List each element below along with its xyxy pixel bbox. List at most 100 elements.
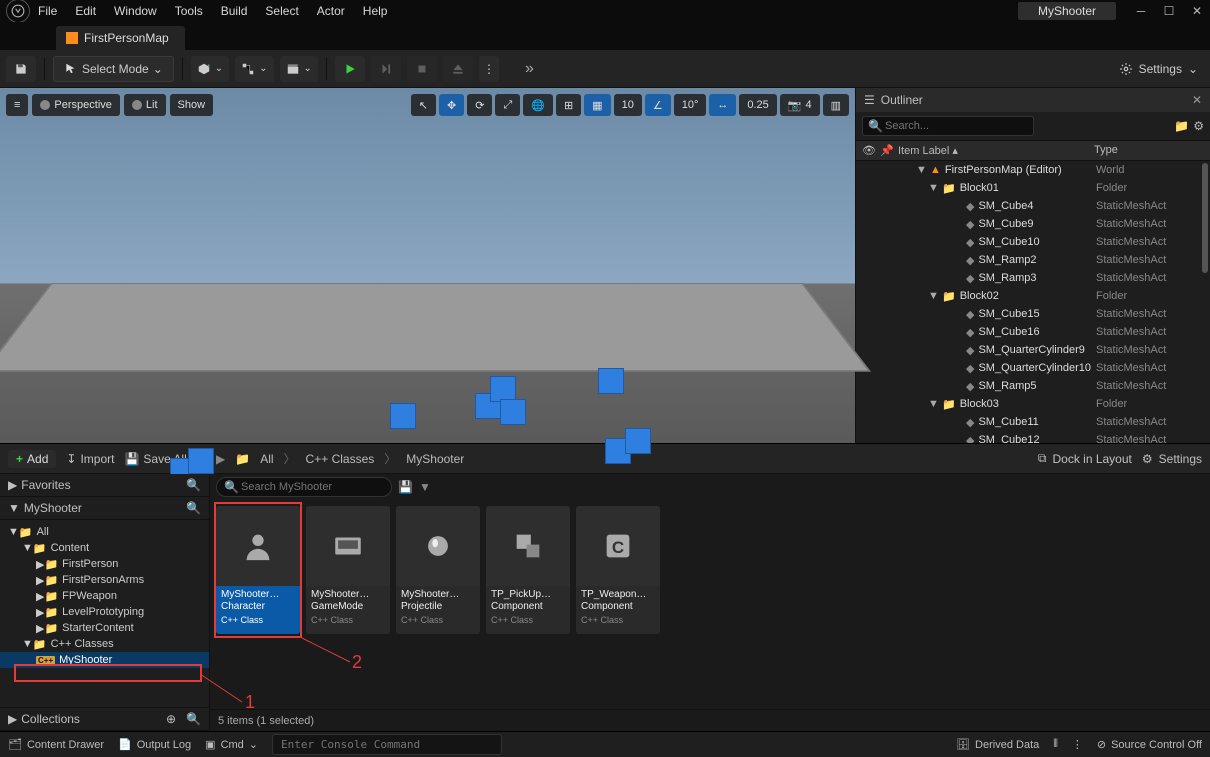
outliner-row[interactable]: ▼📁Block01Folder (856, 179, 1210, 197)
cb-tree-item[interactable]: ▶📁FirstPerson (0, 556, 209, 572)
breadcrumb-item[interactable]: All (260, 452, 273, 466)
grid-snap-button[interactable]: ▦ (584, 94, 610, 116)
favorites-section[interactable]: ▶Favorites🔍 (0, 474, 209, 497)
outliner-row[interactable]: ◆SM_Cube15StaticMeshAct (856, 305, 1210, 323)
outliner-row[interactable]: ◆SM_Cube9StaticMeshAct (856, 215, 1210, 233)
scale-tool-button[interactable]: ⤢ (495, 94, 520, 116)
select-tool-button[interactable]: ↖ (411, 94, 436, 116)
expand-chevron-icon[interactable]: » (525, 60, 534, 78)
console-input[interactable] (272, 734, 502, 755)
viewport-perspective-button[interactable]: Perspective (32, 94, 119, 116)
outliner-row[interactable]: ◆SM_QuarterCylinder9StaticMeshAct (856, 341, 1210, 359)
save-button[interactable] (6, 56, 36, 82)
outliner-tree[interactable]: ▼▲FirstPersonMap (Editor)World▼📁Block01F… (856, 161, 1210, 443)
cb-search-input[interactable] (216, 477, 392, 497)
outliner-row[interactable]: ◆SM_Ramp3StaticMeshAct (856, 269, 1210, 287)
cb-tree-item[interactable]: ▶📁FirstPersonArms (0, 572, 209, 588)
camera-speed-button[interactable]: 📷 4 (780, 94, 820, 116)
menu-help[interactable]: Help (363, 4, 388, 18)
search-icon[interactable]: 🔍 (186, 478, 201, 492)
level-tab[interactable]: FirstPersonMap (56, 26, 185, 50)
cb-tree-item[interactable]: ▼📁Content (0, 540, 209, 556)
search-icon[interactable]: 🔍 (186, 501, 201, 515)
level-viewport[interactable]: ≡ Perspective Lit Show ↖ ✥ ⟳ ⤢ 🌐 ⊞ ▦ 10 … (0, 88, 855, 443)
asset-tile[interactable]: CTP_Weapon…ComponentC++ Class (576, 506, 660, 634)
breadcrumb-item[interactable]: C++ Classes (306, 452, 375, 466)
grid-snap-value[interactable]: 10 (614, 94, 642, 116)
close-icon[interactable]: ✕ (1190, 4, 1204, 18)
menu-actor[interactable]: Actor (317, 4, 345, 18)
play-options-button[interactable]: ⋮ (479, 56, 499, 82)
add-icon[interactable]: ⊕ (166, 712, 176, 726)
cb-tree-item[interactable]: ▼📁All (0, 524, 209, 540)
world-local-button[interactable]: 🌐 (523, 94, 553, 116)
item-label-column[interactable]: Item Label ▴ (898, 144, 1094, 157)
cb-source-tree[interactable]: ▼📁All▼📁Content▶📁FirstPerson▶📁FirstPerson… (0, 520, 209, 707)
outliner-row[interactable]: ▼📁Block02Folder (856, 287, 1210, 305)
cb-asset-grid[interactable]: MyShooter…CharacterC++ ClassMyShooter…Ga… (210, 500, 1210, 709)
cb-tree-item[interactable]: ▶📁FPWeapon (0, 588, 209, 604)
surface-snap-button[interactable]: ⊞ (556, 94, 581, 116)
asset-tile[interactable]: MyShooter…GameModeC++ Class (306, 506, 390, 634)
menu-window[interactable]: Window (114, 4, 157, 18)
more-icon[interactable]: ⋮ (1072, 738, 1083, 751)
cb-add-button[interactable]: +Add (8, 450, 56, 468)
menu-build[interactable]: Build (221, 4, 248, 18)
viewport-layout-button[interactable]: ▥ (823, 94, 849, 116)
asset-tile[interactable]: MyShooter…CharacterC++ Class (216, 506, 300, 634)
save-filter-icon[interactable]: 💾 (398, 480, 413, 494)
type-column[interactable]: Type (1094, 144, 1204, 157)
viewport-lit-button[interactable]: Lit (124, 94, 166, 116)
outliner-row[interactable]: ▼▲FirstPersonMap (Editor)World (856, 161, 1210, 179)
cb-dock-button[interactable]: ⧉Dock in Layout (1038, 451, 1132, 466)
outliner-row[interactable]: ◆SM_Cube12StaticMeshAct (856, 431, 1210, 443)
toolbar-settings-button[interactable]: Settings ⌄ (1119, 62, 1204, 76)
scale-snap-value[interactable]: 0.25 (739, 94, 776, 116)
cb-tree-item[interactable]: ▼📁C++ Classes (0, 636, 209, 652)
cb-tree-item[interactable]: ▶📁LevelPrototyping (0, 604, 209, 620)
cb-import-button[interactable]: ↧Import (66, 452, 114, 466)
outliner-row[interactable]: ◆SM_Cube16StaticMeshAct (856, 323, 1210, 341)
viewport-show-button[interactable]: Show (170, 94, 214, 116)
filter-icon[interactable]: ▼ (419, 480, 431, 494)
cb-tree-item[interactable]: C++MyShooter (0, 652, 209, 668)
outliner-row[interactable]: ◆SM_Ramp5StaticMeshAct (856, 377, 1210, 395)
visibility-column-icon[interactable]: 👁 (862, 144, 880, 157)
outliner-tab[interactable]: ☰ Outliner ✕ (856, 88, 1210, 112)
project-name-button[interactable]: MyShooter (1018, 2, 1116, 20)
menu-edit[interactable]: Edit (75, 4, 96, 18)
outliner-row[interactable]: ◆SM_QuarterCylinder10StaticMeshAct (856, 359, 1210, 377)
outliner-row[interactable]: ◆SM_Cube11StaticMeshAct (856, 413, 1210, 431)
viewport-menu-button[interactable]: ≡ (6, 94, 28, 116)
scrollbar[interactable] (1202, 163, 1208, 273)
outliner-row[interactable]: ◆SM_Cube10StaticMeshAct (856, 233, 1210, 251)
cb-settings-button[interactable]: ⚙Settings (1142, 452, 1202, 466)
collections-section[interactable]: ▶Collections⊕🔍 (0, 707, 209, 731)
mode-select-button[interactable]: Select Mode ⌄ (53, 56, 174, 82)
search-icon[interactable]: 🔍 (186, 712, 201, 726)
folder-icon[interactable]: 📁 (235, 452, 250, 466)
output-log-button[interactable]: 📄Output Log (118, 738, 191, 751)
angle-snap-button[interactable]: ∠ (645, 94, 671, 116)
translate-tool-button[interactable]: ✥ (439, 94, 464, 116)
pin-column-icon[interactable]: 📌 (880, 144, 898, 157)
history-fwd-icon[interactable]: ▶ (216, 452, 225, 466)
asset-tile[interactable]: TP_PickUp…ComponentC++ Class (486, 506, 570, 634)
blueprint-button[interactable]: ⌄ (235, 56, 273, 82)
cb-tree-item[interactable]: ▶📁StarterContent (0, 620, 209, 636)
cinematic-button[interactable]: ⌄ (280, 56, 318, 82)
rotate-tool-button[interactable]: ⟳ (467, 94, 492, 116)
maximize-icon[interactable]: ☐ (1162, 4, 1176, 18)
outliner-row[interactable]: ▼📁Block03Folder (856, 395, 1210, 413)
source-control-button[interactable]: ⊘Source Control Off (1097, 738, 1202, 751)
derived-data-button[interactable]: 🗄Derived Data (956, 738, 1039, 751)
scale-snap-button[interactable]: ↔ (709, 94, 736, 116)
menu-tools[interactable]: Tools (175, 4, 203, 18)
asset-tile[interactable]: MyShooter…ProjectileC++ Class (396, 506, 480, 634)
stop-button[interactable] (407, 56, 437, 82)
stats-icon[interactable]: ⫴ (1053, 738, 1058, 751)
gear-icon[interactable]: ⚙ (1193, 119, 1204, 133)
content-drawer-button[interactable]: 🗂Content Drawer (8, 738, 104, 751)
cmd-dropdown[interactable]: ▣Cmd⌄ (205, 738, 258, 751)
add-content-button[interactable]: + ⌄ (191, 56, 229, 82)
